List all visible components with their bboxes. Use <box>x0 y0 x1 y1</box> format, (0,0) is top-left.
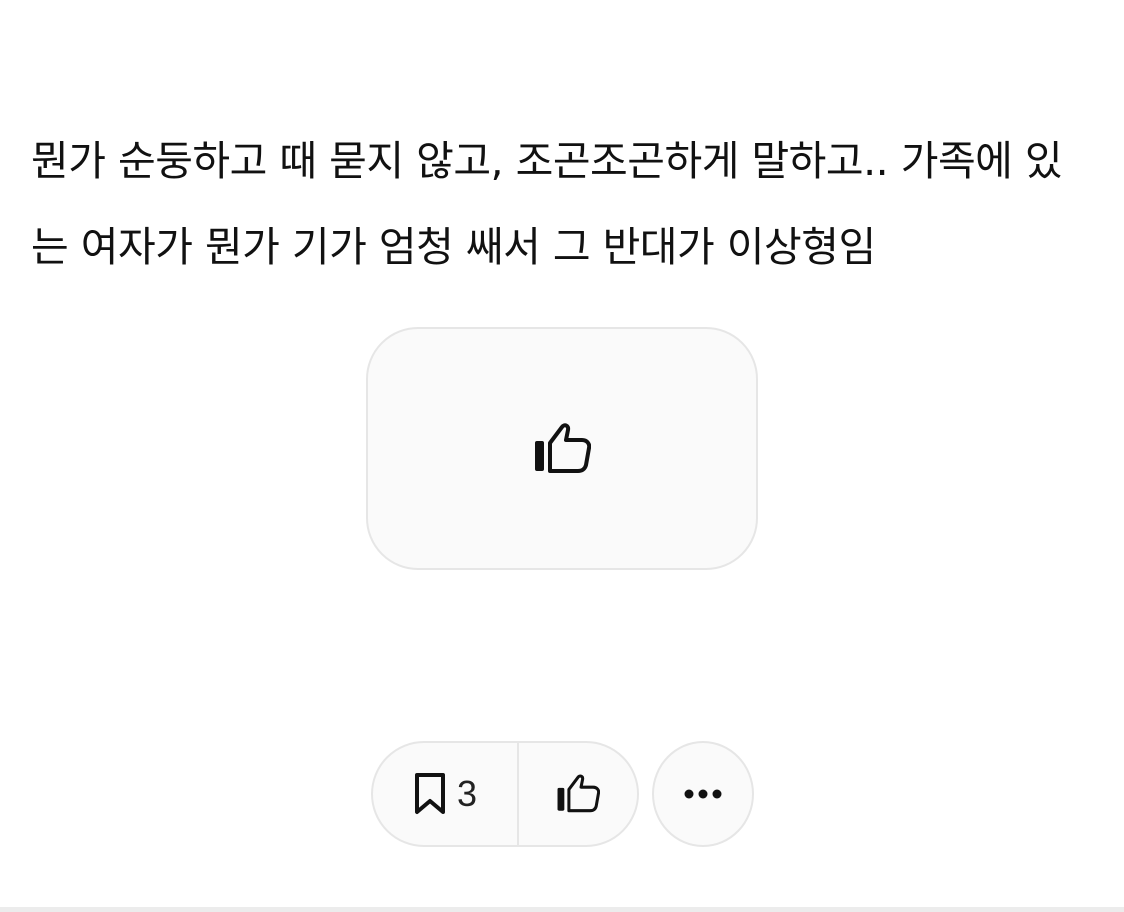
thumbs-up-icon <box>535 422 591 473</box>
like-button[interactable] <box>519 743 637 845</box>
bookmark-icon <box>414 773 445 814</box>
bottom-divider <box>0 907 1124 912</box>
more-options-button[interactable] <box>652 741 754 847</box>
like-button-large[interactable] <box>366 327 758 570</box>
post-body-text: 뭔가 순둥하고 때 묻지 않고, 조곤조곤하게 말하고.. 가족에 있는 여자가… <box>31 137 1063 271</box>
bookmark-count: 3 <box>456 773 478 814</box>
more-horizontal-icon <box>684 789 722 799</box>
post-action-bar: 3 <box>371 741 639 847</box>
bookmark-button[interactable]: 3 <box>373 743 519 845</box>
thumbs-up-icon <box>557 774 600 813</box>
